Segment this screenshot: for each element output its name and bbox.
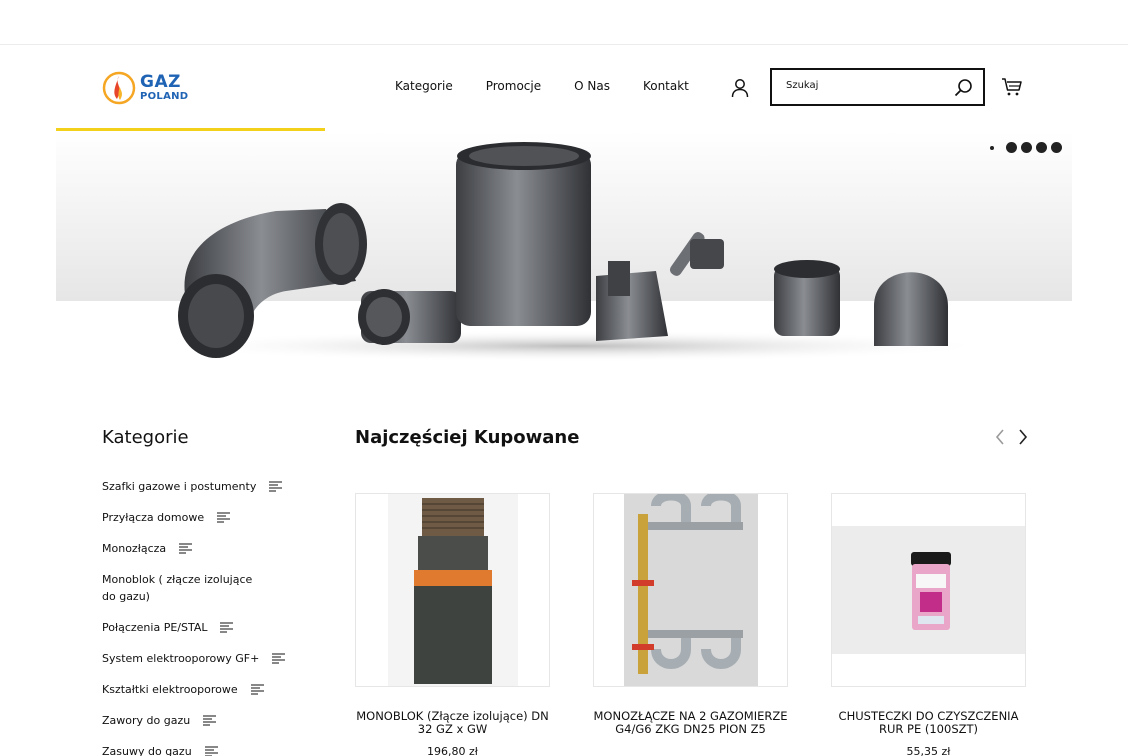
category-label: Monozłącza	[102, 542, 167, 555]
hero-fittings-image	[56, 131, 1072, 371]
category-item[interactable]: Kształtki elektrooporowe	[102, 681, 268, 698]
category-label: Zasuwy do gazu	[102, 745, 192, 756]
slider-dot[interactable]	[1006, 142, 1017, 153]
submenu-icon[interactable]	[203, 715, 217, 726]
product-image	[832, 526, 1025, 654]
search-icon[interactable]	[954, 78, 973, 97]
hero-banner	[56, 131, 1072, 371]
logo-text-gaz: GAZ	[140, 72, 181, 92]
product-price: 55,35 zł	[906, 745, 951, 756]
product-image	[624, 494, 758, 686]
product-name[interactable]: MONOBLOK (Złącze izolujące) DN 32 GZ x G…	[355, 710, 550, 736]
submenu-icon[interactable]	[217, 512, 231, 523]
slider-dot[interactable]	[1021, 142, 1032, 153]
product-image	[388, 494, 518, 686]
product-card[interactable]	[593, 493, 788, 687]
top-strip	[0, 0, 1128, 45]
category-label: Połączenia PE/STAL	[102, 621, 208, 634]
submenu-icon[interactable]	[250, 684, 264, 695]
categories-title: Kategorie	[102, 427, 189, 448]
category-label: Przyłącza domowe	[102, 511, 205, 524]
submenu-icon[interactable]	[269, 481, 283, 492]
nav-promocje[interactable]: Promocje	[486, 79, 541, 93]
submenu-icon[interactable]	[179, 543, 193, 554]
category-label: System elektrooporowy GF+	[102, 652, 260, 665]
category-item[interactable]: Zawory do gazu	[102, 712, 220, 729]
submenu-icon[interactable]	[220, 622, 234, 633]
category-label: Szafki gazowe i postumenty	[102, 480, 257, 493]
category-label: Kształtki elektrooporowe	[102, 683, 238, 696]
slider-dot[interactable]	[1051, 142, 1062, 153]
cart-icon[interactable]	[1001, 77, 1022, 97]
slider-dots	[990, 142, 1062, 153]
category-item[interactable]: System elektrooporowy GF+	[102, 650, 289, 667]
nav-o-nas[interactable]: O Nas	[574, 79, 610, 93]
main-nav: Kategorie Promocje O Nas Kontakt	[395, 79, 689, 93]
logo[interactable]: GAZ POLAND	[102, 71, 188, 105]
category-label: Monoblok ( złącze izolujące do gazu)	[102, 573, 253, 603]
product-card[interactable]	[831, 493, 1026, 687]
nav-kontakt[interactable]: Kontakt	[643, 79, 689, 93]
category-item[interactable]: Monozłącza	[102, 540, 196, 557]
category-label: Zawory do gazu	[102, 714, 191, 727]
product-card[interactable]	[355, 493, 550, 687]
search-input[interactable]	[786, 80, 946, 91]
category-item[interactable]: Przyłącza domowe	[102, 509, 234, 526]
chevron-left-icon[interactable]	[994, 428, 1006, 446]
nav-kategorie[interactable]: Kategorie	[395, 79, 453, 93]
slider-dot[interactable]	[1036, 142, 1047, 153]
category-item[interactable]: Monoblok ( złącze izolujące do gazu)	[102, 571, 292, 605]
product-name[interactable]: MONOZŁĄCZE NA 2 GAZOMIERZE G4/G6 ZKG DN2…	[593, 710, 788, 736]
category-item[interactable]: Zasuwy do gazu	[102, 743, 222, 756]
logo-text-poland: POLAND	[140, 91, 189, 102]
category-item[interactable]: Szafki gazowe i postumenty	[102, 478, 286, 495]
product-price: 196,80 zł	[427, 745, 478, 756]
user-icon[interactable]	[731, 78, 749, 98]
chevron-right-icon[interactable]	[1017, 428, 1029, 446]
product-name[interactable]: CHUSTECZKI DO CZYSZCZENIA RUR PE (100SZT…	[831, 710, 1026, 736]
bestsellers-title: Najczęściej Kupowane	[355, 427, 580, 448]
slider-dot[interactable]	[990, 145, 994, 150]
search-box	[770, 68, 985, 106]
logo-flame-icon	[102, 71, 136, 105]
submenu-icon[interactable]	[204, 746, 218, 756]
submenu-icon[interactable]	[272, 653, 286, 664]
category-item[interactable]: Połączenia PE/STAL	[102, 619, 237, 636]
